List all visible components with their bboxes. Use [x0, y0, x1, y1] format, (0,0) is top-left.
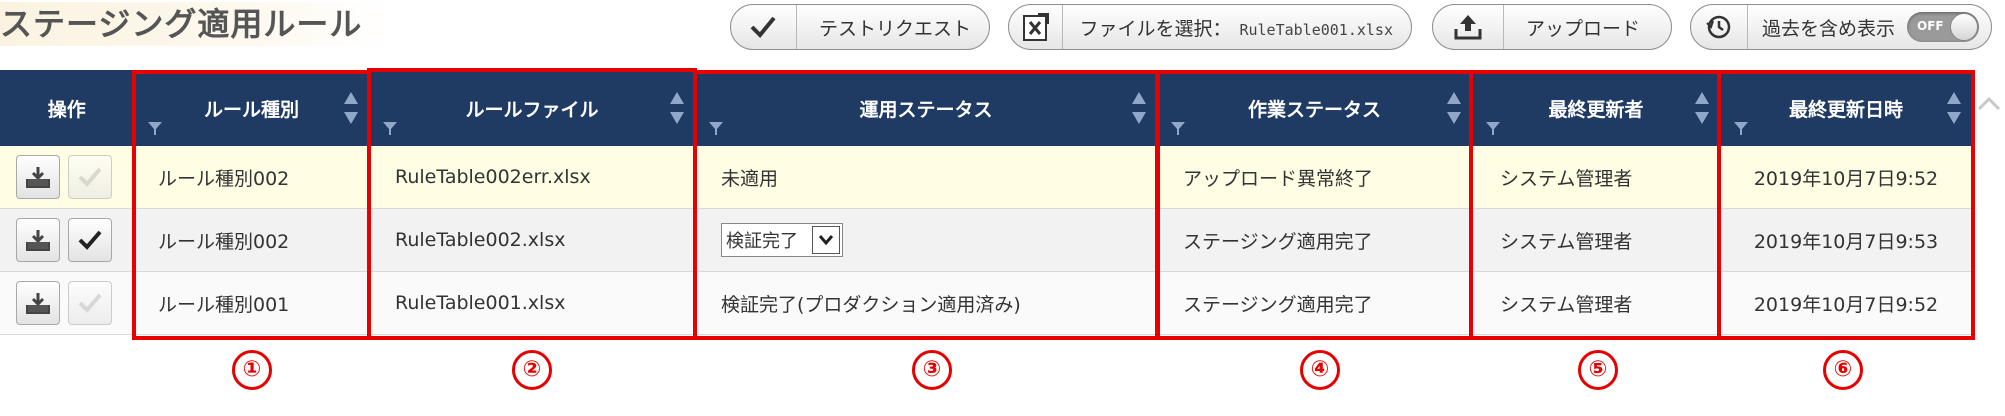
- page-title: ステージング適用ルール: [0, 2, 393, 46]
- download-button[interactable]: [16, 155, 60, 199]
- selected-file-name: RuleTable001.xlsx: [1239, 20, 1393, 39]
- file-select-label: ファイルを選択：: [1079, 17, 1232, 40]
- highlight-box-last-updated-at: [1717, 70, 1975, 340]
- upload-label: アップロード: [1526, 17, 1641, 40]
- upload-button[interactable]: アップロード: [1432, 4, 1672, 50]
- checkmark-icon: [731, 5, 797, 49]
- operation-cell: [0, 271, 134, 335]
- download-button[interactable]: [16, 218, 60, 262]
- header-operation: 操作: [0, 70, 135, 146]
- toolbar: ステージング適用ルール テストリクエスト ファイルを選択： RuleTable00…: [0, 0, 2005, 62]
- file-select-button[interactable]: ファイルを選択： RuleTable001.xlsx: [1008, 4, 1412, 50]
- operation-cell: [0, 146, 134, 209]
- callout-number-3: ③: [912, 350, 952, 390]
- checkmark-icon: [78, 230, 102, 250]
- history-clock-icon: [1691, 5, 1748, 49]
- highlight-box-operation-status: [693, 70, 1159, 340]
- test-request-label: テストリクエスト: [818, 17, 971, 40]
- show-past-toggle[interactable]: OFF: [1907, 12, 1980, 42]
- upload-icon: [1433, 5, 1504, 49]
- download-icon: [26, 230, 50, 251]
- callout-number-5: ⑤: [1578, 350, 1618, 390]
- apply-button[interactable]: [68, 218, 112, 262]
- highlight-box-last-updater: [1469, 70, 1721, 340]
- callout-number-1: ①: [232, 350, 272, 390]
- operation-cell: [0, 208, 134, 272]
- apply-button[interactable]: [68, 281, 112, 325]
- download-icon: [26, 293, 50, 314]
- checkmark-icon: [78, 293, 102, 313]
- scroll-up-icon[interactable]: [1975, 94, 2003, 114]
- toggle-knob: [1950, 13, 1979, 41]
- show-past-label: 過去を含め表示: [1762, 17, 1896, 40]
- apply-button[interactable]: [68, 155, 112, 199]
- excel-file-icon: [1009, 5, 1064, 49]
- highlight-box-rule-file: [367, 68, 697, 340]
- toggle-state-label: OFF: [1917, 19, 1944, 33]
- callout-number-2: ②: [512, 350, 552, 390]
- download-icon: [26, 167, 50, 188]
- callout-number-4: ④: [1300, 350, 1340, 390]
- show-past-toggle-group: 過去を含め表示 OFF: [1690, 4, 1992, 50]
- download-button[interactable]: [16, 281, 60, 325]
- highlight-box-work-status: [1156, 70, 1473, 340]
- callout-number-6: ⑥: [1823, 350, 1863, 390]
- highlight-box-rule-type: [132, 70, 371, 340]
- checkmark-icon: [78, 167, 102, 187]
- test-request-button[interactable]: テストリクエスト: [730, 4, 990, 50]
